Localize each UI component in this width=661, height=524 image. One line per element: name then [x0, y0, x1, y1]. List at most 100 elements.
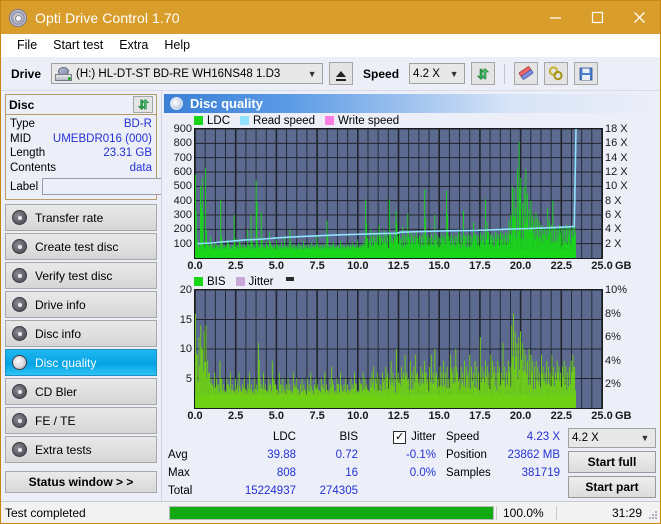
stats-jitter-avg: -0.1% — [405, 449, 436, 461]
speed-select-value: 4.2 X — [413, 67, 440, 80]
menu-extra[interactable]: Extra — [111, 36, 156, 54]
y-tick-label: 10 — [179, 343, 192, 355]
start-full-button[interactable]: Start full — [568, 451, 656, 473]
sidebar-item-drive-info[interactable]: Drive info — [5, 291, 157, 318]
x-tick-label: 22.5 — [550, 260, 573, 272]
y2-tick-label: 6 X — [605, 209, 622, 221]
progress-percent: 100.0% — [496, 505, 556, 520]
sidebar-item-verify-test-disc[interactable]: Verify test disc — [5, 262, 157, 289]
disc-row-value: data — [129, 161, 152, 174]
title-bar: Opti Drive Control 1.70 — [1, 1, 660, 34]
stats-col-bis: BIS 0.72 16 274305 — [296, 428, 358, 500]
y2-tick-label: 2% — [605, 378, 621, 391]
sidebar-item-cd-bler[interactable]: CD Bler — [5, 378, 157, 405]
y-tick-label: 700 — [173, 151, 192, 164]
close-button[interactable] — [618, 1, 660, 34]
x-tick-label: 17.5 — [469, 260, 491, 272]
panel-header: Disc quality — [164, 94, 658, 113]
sidebar-item-disc-quality[interactable]: Disc quality — [5, 349, 157, 376]
jitter-checkbox[interactable]: ✓ — [393, 430, 407, 444]
stats-header-jitter: Jitter — [411, 431, 436, 443]
drive-select-value: (H:) HL-DT-ST BD-RE WH16NS48 1.D3 — [76, 67, 281, 80]
disc-icon — [12, 384, 27, 399]
window-controls — [534, 1, 660, 34]
ldc-chart: LDC Read speed Write speed 100 200 300 400 5… — [164, 113, 658, 274]
disc-icon — [12, 326, 27, 341]
menu-file[interactable]: File — [9, 36, 45, 54]
stats-col-jitter: ✓ Jitter -0.1% 0.0% — [358, 428, 436, 500]
bis-y-axis: 5 10 15 20 — [164, 284, 194, 407]
x-tick-label: 25.0 — [591, 410, 613, 422]
x-tick-label: 20.0 — [509, 260, 532, 272]
stats-label-total: Total — [168, 485, 193, 497]
sidebar-item-transfer-rate[interactable]: Transfer rate — [5, 204, 157, 231]
stats-jitter-max: 0.0% — [409, 467, 436, 479]
info-value-speed: 4.23 X — [526, 431, 560, 443]
erase-button[interactable] — [514, 62, 539, 85]
bookmark-button[interactable] — [544, 62, 569, 85]
y2-tick-label: 16 X — [605, 137, 628, 150]
sidebar-nav: Transfer rate Create test disc Verify te… — [5, 204, 157, 463]
drive-select[interactable]: (H:) HL-DT-ST BD-RE WH16NS48 1.D3 ▼ — [51, 63, 324, 84]
maximize-button[interactable] — [576, 1, 618, 34]
disc-info-rows: Type BD-R MID UMEBDR016 (000) Length 23.… — [6, 115, 245, 199]
speed-select[interactable]: 4.2 X ▼ — [409, 63, 466, 84]
test-speed-value: 4.2 X — [572, 432, 599, 444]
stats-info-labels: Speed Position Samples — [436, 428, 494, 500]
ldc-y2-axis: 2 X4 X 6 X 8 X 10 X 12 X 14 X 16 X 18 X — [603, 123, 635, 257]
legend-label-ldc: LDC — [207, 114, 231, 127]
status-message: Test completed — [5, 505, 86, 520]
test-speed-select[interactable]: 4.2 X ▼ — [568, 428, 656, 448]
sidebar-item-label: FE / TE — [35, 413, 76, 428]
y-tick-label: 15 — [179, 313, 192, 326]
app-disc-icon — [9, 8, 27, 27]
disc-icon — [12, 268, 27, 283]
resize-grip-icon[interactable] — [648, 511, 657, 520]
bis-plot-area[interactable] — [194, 289, 603, 409]
sidebar-item-disc-info[interactable]: Disc info — [5, 320, 157, 347]
minimize-button[interactable] — [534, 1, 576, 34]
x-tick-label: 10.0 — [347, 260, 369, 272]
stats-ldc-total: 15224937 — [244, 485, 296, 497]
sidebar-item-create-test-disc[interactable]: Create test disc — [5, 233, 157, 260]
menu-help[interactable]: Help — [156, 36, 198, 54]
disc-row-length: Length 23.31 GB — [10, 146, 152, 161]
disc-row-key: Contents — [10, 161, 57, 174]
menu-start-test[interactable]: Start test — [45, 36, 111, 54]
disc-panel: Disc Type BD-R MID UMEBDR016 (000) Lengt… — [5, 94, 245, 200]
drive-label: Drive — [11, 66, 42, 81]
eraser-icon — [518, 66, 534, 80]
ldc-plot-area[interactable] — [194, 128, 603, 259]
app-window: Opti Drive Control 1.70 File Start test … — [0, 0, 661, 524]
stats-row-labels: Avg Max Total — [168, 428, 218, 500]
refresh-icon — [476, 67, 490, 80]
y-tick-label: 900 — [173, 123, 192, 135]
sidebar-item-fe-te[interactable]: FE / TE — [5, 407, 157, 434]
legend-label-bis: BIS — [207, 275, 226, 288]
x-tick-label: 2.5 — [228, 410, 244, 422]
save-button[interactable] — [574, 62, 599, 85]
x-tick-label: 7.5 — [309, 410, 325, 422]
status-window-button[interactable]: Status window > > — [5, 471, 157, 493]
disc-refresh-button[interactable] — [133, 96, 153, 113]
eject-button[interactable] — [329, 62, 354, 85]
stats-col-ldc: LDC 39.88 808 15224937 — [218, 428, 296, 500]
x-tick-label: 12.5 — [387, 410, 410, 422]
stats-bis-total: 274305 — [319, 485, 358, 497]
stats-ldc-avg: 39.88 — [267, 449, 296, 461]
stats-label-avg: Avg — [168, 449, 188, 461]
disc-quality-icon — [170, 97, 183, 110]
disc-row-value: 23.31 GB — [103, 147, 152, 159]
y2-tick-label: 18 X — [605, 123, 628, 135]
sidebar-item-extra-tests[interactable]: Extra tests — [5, 436, 157, 463]
start-part-button[interactable]: Start part — [568, 476, 656, 498]
stats-info-values: 4.23 X 23862 MB 381719 — [494, 428, 560, 500]
progress-bar-fill — [170, 506, 493, 519]
sidebar-item-label: Drive info — [35, 297, 86, 312]
bis-chart: BIS Jitter 5 10 15 20 2% 4% 6% 8% 10% 0.0 2.5 5.0… — [164, 274, 658, 424]
y-tick-label: 500 — [173, 180, 192, 193]
x-tick-label: 0.0 — [187, 410, 203, 422]
legend-label-jitter: Jitter — [248, 275, 274, 288]
progress-bar — [169, 505, 494, 520]
refresh-button[interactable] — [471, 62, 496, 85]
